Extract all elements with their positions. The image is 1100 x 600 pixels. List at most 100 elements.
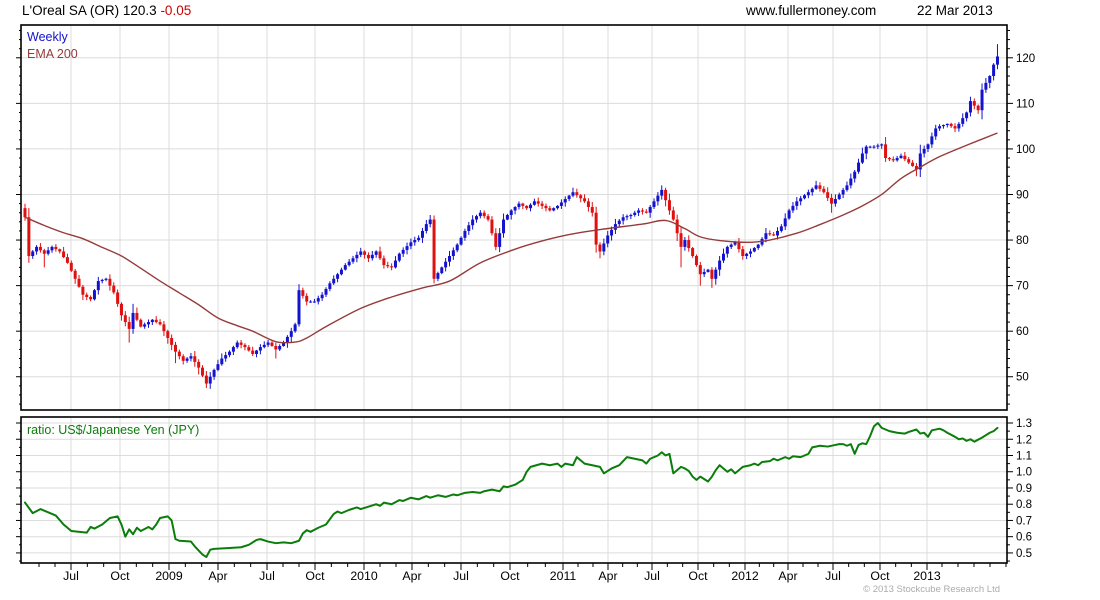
candle-body	[420, 230, 424, 238]
x-axis-label: Apr	[778, 569, 797, 583]
candle-body	[336, 274, 340, 279]
candle-body	[185, 358, 189, 361]
candle-body	[957, 123, 961, 129]
candle-body	[509, 210, 513, 215]
candle-body	[610, 229, 614, 236]
candle-body	[660, 189, 664, 196]
candle-body	[208, 376, 212, 384]
x-axis-label: Oct	[500, 569, 520, 583]
candle-body	[278, 345, 282, 350]
candle-body	[58, 249, 62, 252]
candle-body	[216, 364, 220, 370]
x-axis-label: Oct	[305, 569, 325, 583]
candle-body	[170, 338, 174, 345]
candle-body	[417, 237, 421, 241]
x-axis-label: Jul	[259, 569, 275, 583]
candle-body	[941, 125, 945, 127]
candle-body	[540, 203, 544, 206]
candle-body	[370, 254, 374, 259]
candle-body	[903, 155, 907, 160]
ratio-y-label: 0.9	[1016, 483, 1032, 495]
candle-body	[62, 251, 66, 258]
candle-body	[359, 251, 363, 255]
candle-body	[347, 261, 351, 266]
candle-body	[494, 233, 498, 247]
candle-body	[201, 367, 205, 376]
candle-body	[644, 211, 648, 213]
candle-body	[81, 286, 85, 295]
candle-body	[482, 212, 486, 217]
candle-body	[339, 269, 343, 275]
ratio-y-label: 1.0	[1016, 467, 1032, 479]
x-axis-label: Oct	[688, 569, 708, 583]
x-axis-label: Jul	[63, 569, 79, 583]
candle-body	[463, 230, 467, 238]
price-y-label: 70	[1016, 281, 1029, 293]
candle-body	[146, 322, 150, 325]
candle-body	[787, 210, 791, 219]
x-axis-label: Apr	[598, 569, 617, 583]
copyright-text: © 2013 Stockcube Research Ltd	[863, 584, 1000, 595]
price-y-label: 100	[1016, 144, 1035, 156]
candle-body	[529, 204, 533, 209]
candle-body	[498, 233, 502, 247]
candle-body	[231, 347, 235, 352]
candle-body	[50, 246, 54, 251]
x-axis-label: Oct	[110, 569, 130, 583]
candle-body	[783, 218, 787, 227]
candle-body	[872, 146, 876, 148]
candle-body	[324, 289, 328, 295]
candle-body	[189, 356, 193, 359]
candlesticks	[23, 44, 999, 389]
candle-body	[447, 256, 451, 262]
candle-body	[455, 244, 459, 251]
candle-body	[444, 261, 448, 268]
candle-body	[598, 244, 602, 252]
gridlines	[21, 25, 1007, 563]
price-y-label: 120	[1016, 53, 1035, 65]
candle-body	[880, 144, 884, 146]
candle-body	[451, 250, 455, 256]
candle-body	[266, 342, 270, 345]
candle-body	[667, 200, 671, 211]
candle-body	[355, 254, 359, 259]
candle-body	[926, 144, 930, 149]
candle-body	[857, 162, 861, 172]
candle-body	[725, 246, 729, 254]
axis-ticks	[16, 29, 1013, 570]
candle-body	[31, 251, 35, 256]
ratio-y-label: 0.5	[1016, 548, 1032, 560]
candle-body	[702, 271, 706, 275]
candle-body	[96, 281, 100, 291]
candle-body	[876, 145, 880, 147]
candle-body	[401, 249, 405, 254]
chart-canvas: 50 60 70 80 90 100 110 120 0.5 0.6 0.7 0.8 0.9 1.0 1.1…	[16, 24, 1035, 583]
ratio-y-label: 1.3	[1016, 418, 1032, 430]
candle-body	[887, 158, 891, 160]
candle-body	[513, 207, 517, 211]
candle-body	[131, 312, 135, 329]
candle-body	[502, 219, 506, 234]
candle-body	[46, 250, 50, 254]
x-axis-label: Jul	[825, 569, 841, 583]
candle-body	[285, 336, 289, 343]
candle-body	[826, 192, 830, 198]
candle-body	[162, 324, 166, 332]
candle-body	[251, 350, 255, 354]
candle-body	[393, 260, 397, 268]
candle-body	[602, 243, 606, 252]
candle-body	[772, 234, 776, 236]
candle-body	[895, 158, 899, 161]
candle-body	[776, 230, 780, 236]
candle-body	[675, 219, 679, 234]
candle-body	[413, 240, 417, 243]
candle-body	[864, 146, 868, 154]
candle-body	[830, 197, 834, 204]
candle-body	[575, 192, 579, 196]
candle-body	[332, 278, 336, 284]
candle-body	[953, 126, 957, 129]
candle-body	[972, 101, 976, 106]
candle-body	[289, 331, 293, 337]
candle-body	[382, 258, 386, 266]
candle-body	[505, 214, 509, 220]
